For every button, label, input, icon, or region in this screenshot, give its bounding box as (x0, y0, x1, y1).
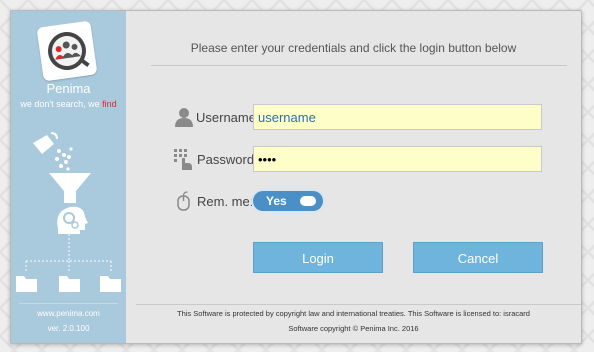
brand-name: Penima (46, 81, 91, 96)
head-gears-icon (57, 206, 88, 234)
username-input[interactable] (253, 104, 542, 130)
user-icon (175, 108, 193, 127)
folder-icons (16, 276, 121, 292)
funnel-icon (49, 171, 91, 203)
brand-tagline: we don't search, we find (11, 99, 126, 109)
tagline-prefix: we don't search, we (20, 99, 103, 109)
login-panel: Please enter your credentials and click … (126, 11, 581, 343)
sidebar: Penima we don't search, we find www.peni… (11, 11, 126, 343)
website-link[interactable]: www.penima.com (11, 309, 126, 318)
remember-me-toggle[interactable]: Yes (253, 191, 323, 211)
toggle-state-label: Yes (266, 194, 287, 208)
login-window: Penima we don't search, we find www.peni… (10, 10, 582, 344)
pitcher-icon (33, 132, 58, 154)
toggle-knob (300, 196, 316, 206)
version-label: ver. 2.0.100 (47, 324, 90, 333)
instructions-text: Please enter your credentials and click … (190, 41, 517, 55)
footer-divider (136, 304, 581, 305)
password-label: Password: (197, 152, 258, 167)
penima-logo (36, 20, 98, 82)
remember-me-label: Rem. me: (197, 194, 254, 209)
copyright-notice: This Software is protected by copyright … (177, 309, 530, 318)
cancel-button[interactable]: Cancel (413, 242, 543, 273)
sidebar-divider (19, 303, 118, 304)
keypad-hand-icon (174, 149, 192, 170)
connection-lines (25, 234, 112, 273)
logo-people-icon (48, 32, 90, 70)
login-button[interactable]: Login (253, 242, 383, 273)
mouse-icon (177, 191, 190, 211)
search-process-illustration (16, 132, 121, 292)
copyright-line: Software copyright © Penima Inc. 2016 (288, 324, 419, 333)
password-input[interactable] (253, 146, 542, 172)
tagline-highlight: find (102, 99, 117, 109)
falling-people-icon (55, 147, 73, 171)
username-label: Username: (196, 110, 260, 125)
top-divider (151, 65, 567, 66)
